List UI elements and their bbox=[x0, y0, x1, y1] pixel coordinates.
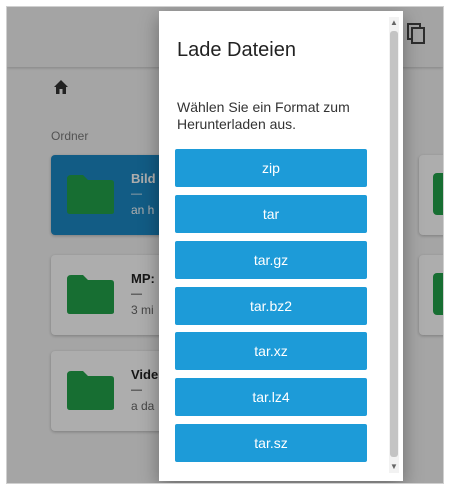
download-dialog: Lade Dateien Wählen Sie ein Format zum H… bbox=[159, 11, 403, 481]
scroll-up-arrow-icon[interactable]: ▲ bbox=[390, 19, 398, 27]
scroll-thumb[interactable] bbox=[390, 31, 398, 457]
dialog-scrollbar[interactable]: ▲ ▼ bbox=[389, 17, 399, 473]
dialog-title: Lade Dateien bbox=[177, 39, 296, 61]
format-button-tar-gz[interactable]: tar.gz bbox=[175, 241, 367, 279]
format-button-tar-lz4[interactable]: tar.lz4 bbox=[175, 378, 367, 416]
app-frame: Ordner Bild — an h MP: — 3 mi Vide — a d… bbox=[6, 6, 444, 484]
format-button-tar[interactable]: tar bbox=[175, 195, 367, 233]
format-button-tar-sz[interactable]: tar.sz bbox=[175, 424, 367, 462]
dialog-message: Wählen Sie ein Format zum Herunterladen … bbox=[177, 99, 350, 132]
format-button-zip[interactable]: zip bbox=[175, 149, 367, 187]
format-button-tar-bz2[interactable]: tar.bz2 bbox=[175, 287, 367, 325]
scroll-down-arrow-icon[interactable]: ▼ bbox=[390, 463, 398, 471]
format-button-tar-xz[interactable]: tar.xz bbox=[175, 332, 367, 370]
